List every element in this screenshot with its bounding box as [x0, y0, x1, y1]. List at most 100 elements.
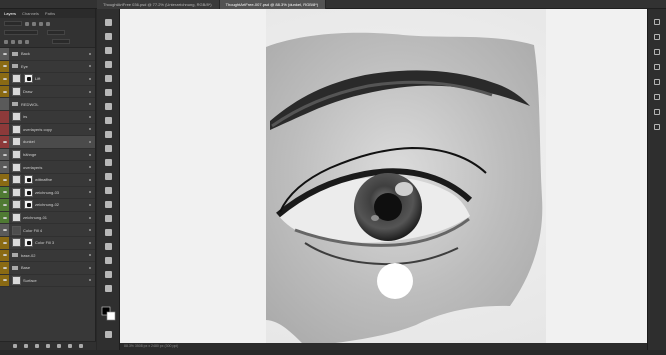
document-tab-1[interactable]: ThoughtArtFree 036.psd @ 77.2% (Unterzei… — [97, 0, 220, 9]
layer-row[interactable]: base-02 — [0, 249, 95, 263]
background-color-icon[interactable] — [106, 311, 116, 321]
visibility-toggle[interactable] — [0, 60, 9, 73]
marquee-tool-icon[interactable] — [105, 33, 112, 40]
visibility-toggle[interactable] — [0, 236, 9, 249]
visibility-toggle[interactable] — [0, 199, 9, 211]
gradient-tool-icon[interactable] — [105, 173, 112, 180]
pen-tool-icon[interactable] — [105, 215, 112, 222]
new-layer-icon[interactable] — [68, 344, 72, 348]
layer-mask-thumbnail[interactable] — [24, 175, 33, 185]
visibility-toggle[interactable] — [0, 224, 9, 236]
visibility-toggle[interactable] — [0, 48, 9, 60]
healing-tool-icon[interactable] — [105, 103, 112, 110]
zoom-tool-icon[interactable] — [105, 285, 112, 292]
visibility-toggle[interactable] — [0, 98, 9, 110]
clone-stamp-tool-icon[interactable] — [105, 131, 112, 138]
shape-tool-icon[interactable] — [105, 257, 112, 264]
crop-tool-icon[interactable] — [105, 75, 112, 82]
path-select-tool-icon[interactable] — [105, 243, 112, 250]
brush-tool-icon[interactable] — [105, 117, 112, 124]
tab-channels[interactable]: Channels — [22, 11, 39, 16]
visibility-toggle[interactable] — [0, 211, 9, 224]
layer-mask-thumbnail[interactable] — [24, 74, 33, 84]
layer-mask-thumbnail[interactable] — [24, 187, 33, 197]
filter-shape-icon[interactable] — [46, 21, 50, 26]
visibility-toggle[interactable] — [0, 110, 9, 123]
filter-pixel-icon[interactable] — [25, 21, 29, 26]
fx-icon[interactable] — [24, 344, 28, 348]
opacity-field[interactable] — [47, 30, 65, 35]
visibility-toggle[interactable] — [0, 136, 9, 148]
layer-row[interactable]: irs — [0, 110, 95, 124]
new-group-icon[interactable] — [57, 344, 61, 348]
layer-row[interactable]: dunkel — [0, 136, 95, 149]
layer-row[interactable]: zeichnung-01 — [0, 211, 95, 225]
layer-row[interactable]: Back — [0, 48, 95, 61]
layer-row[interactable]: Color Fill 3 — [0, 236, 95, 250]
visibility-toggle[interactable] — [0, 85, 9, 98]
brush-settings-icon[interactable] — [654, 64, 660, 70]
visibility-toggle[interactable] — [0, 249, 9, 262]
adjustments-icon[interactable] — [654, 49, 660, 55]
history-brush-tool-icon[interactable] — [105, 145, 112, 152]
layer-row[interactable]: REDWOL — [0, 98, 95, 111]
layer-row[interactable]: wittnaffne — [0, 173, 95, 187]
hand-tool-icon[interactable] — [105, 271, 112, 278]
filter-kind-select[interactable] — [4, 21, 22, 26]
lock-all-icon[interactable] — [25, 39, 29, 44]
document-tab-2[interactable]: ThoughtArtFree-007.psd @ 88.3% (dunkel, … — [219, 0, 327, 9]
fill-field[interactable] — [52, 39, 70, 44]
lock-transparent-icon[interactable] — [4, 39, 8, 44]
layer-mask-thumbnail[interactable] — [24, 238, 33, 248]
layer-row[interactable]: Lift — [0, 73, 95, 86]
link-layers-icon[interactable] — [13, 344, 17, 348]
swatches-icon[interactable] — [654, 109, 660, 115]
layer-row[interactable]: hähnge — [0, 148, 95, 162]
lasso-tool-icon[interactable] — [105, 47, 112, 54]
visibility-toggle[interactable] — [0, 186, 9, 199]
document-canvas[interactable] — [120, 9, 647, 348]
add-mask-icon[interactable] — [35, 344, 39, 348]
properties-icon[interactable] — [654, 34, 660, 40]
visibility-toggle[interactable] — [0, 161, 9, 173]
layer-row[interactable]: Draw — [0, 85, 95, 99]
eyedropper-tool-icon[interactable] — [105, 89, 112, 96]
layer-row[interactable]: Surface — [0, 274, 95, 288]
tab-layers[interactable]: Layers — [4, 11, 16, 16]
visibility-toggle[interactable] — [0, 274, 9, 287]
visibility-toggle[interactable] — [0, 123, 9, 136]
layer-row[interactable]: Color Fill 4 — [0, 224, 95, 237]
filter-text-icon[interactable] — [39, 21, 43, 26]
move-tool-icon[interactable] — [105, 19, 112, 26]
eye-icon — [2, 229, 7, 232]
delete-layer-icon[interactable] — [79, 344, 83, 348]
type-tool-icon[interactable] — [105, 229, 112, 236]
layer-row[interactable]: zeichnung-03 — [0, 186, 95, 200]
visibility-toggle[interactable] — [0, 148, 9, 161]
quick-mask-icon[interactable] — [105, 331, 112, 338]
canvas-area[interactable] — [120, 9, 647, 348]
layer-row[interactable]: zeichnung-02 — [0, 199, 95, 212]
quick-select-tool-icon[interactable] — [105, 61, 112, 68]
tab-paths[interactable]: Paths — [45, 11, 55, 16]
filter-adjust-icon[interactable] — [32, 21, 36, 26]
adjustment-layer-icon[interactable] — [46, 344, 50, 348]
layer-mask-thumbnail[interactable] — [24, 200, 33, 210]
blend-mode-select[interactable] — [4, 30, 38, 35]
paragraph-icon[interactable] — [654, 94, 660, 100]
dodge-tool-icon[interactable] — [105, 201, 112, 208]
layer-row[interactable]: Base — [0, 262, 95, 275]
visibility-toggle[interactable] — [0, 262, 9, 274]
eraser-tool-icon[interactable] — [105, 159, 112, 166]
character-icon[interactable] — [654, 79, 660, 85]
history-icon[interactable] — [654, 19, 660, 25]
visibility-toggle[interactable] — [0, 173, 9, 186]
blur-tool-icon[interactable] — [105, 187, 112, 194]
lock-position-icon[interactable] — [18, 39, 22, 44]
layer-row[interactable]: Eye — [0, 60, 95, 74]
libraries-icon[interactable] — [654, 124, 660, 130]
visibility-toggle[interactable] — [0, 73, 9, 85]
layer-row[interactable]: overlayeris copy — [0, 123, 95, 137]
layer-row[interactable]: overlayeris — [0, 161, 95, 174]
lock-image-icon[interactable] — [11, 39, 15, 44]
